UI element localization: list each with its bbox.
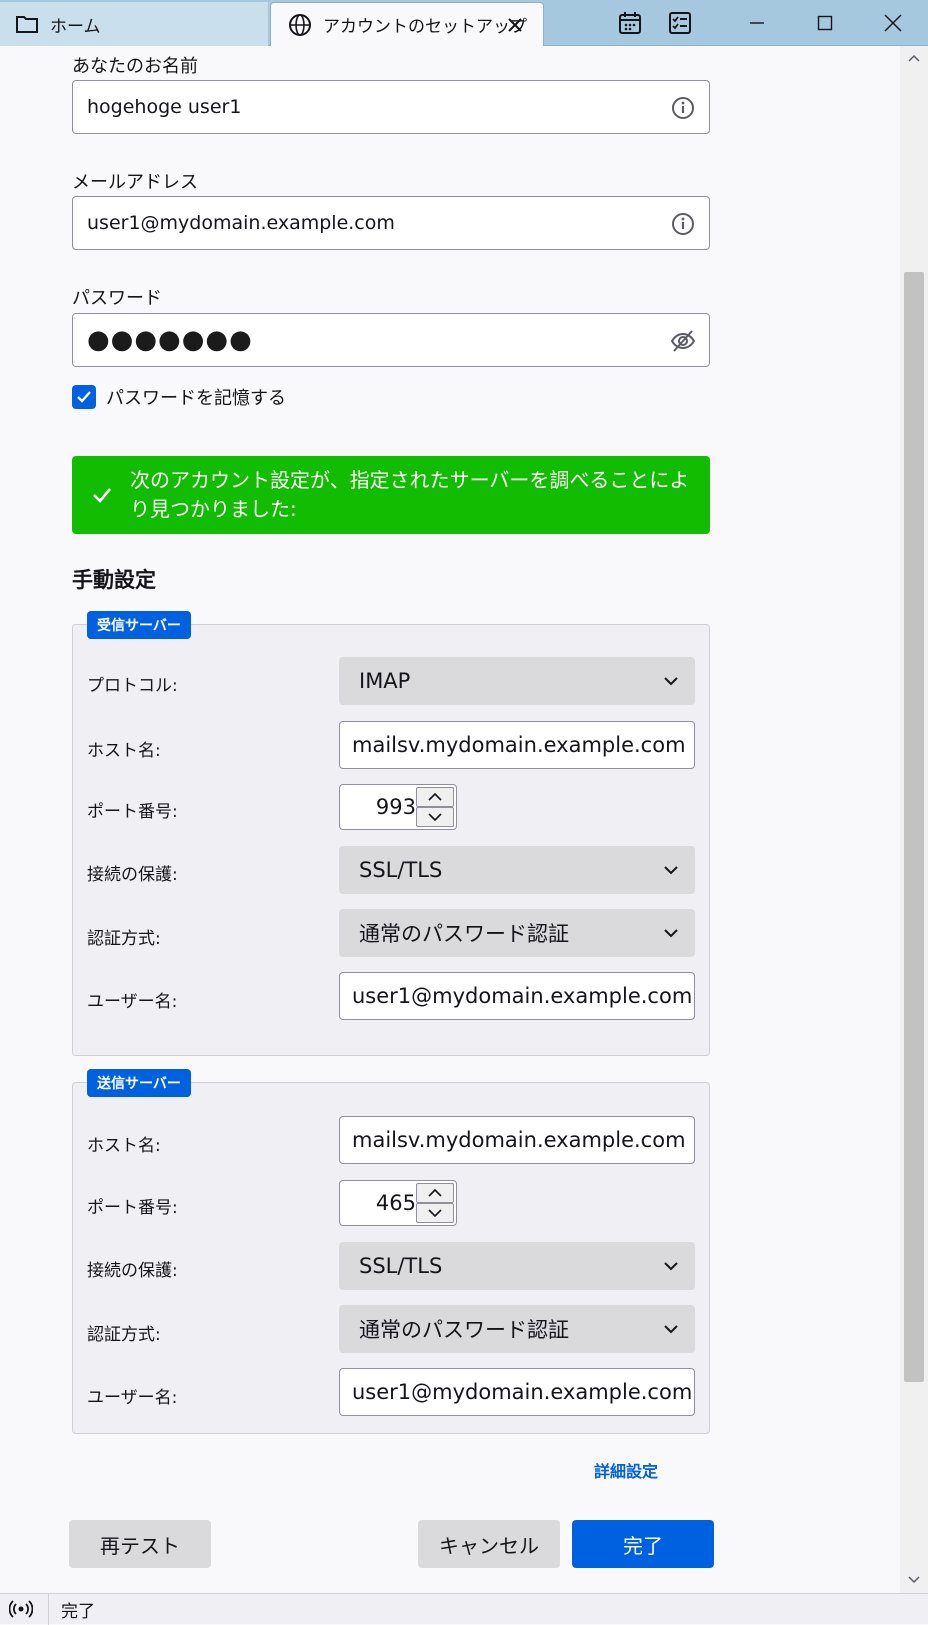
name-label: あなたのお名前 xyxy=(72,56,198,77)
chevron-up-icon[interactable] xyxy=(416,1183,454,1203)
email-field[interactable]: user1@mydomain.example.com xyxy=(72,196,710,250)
window-close-button[interactable] xyxy=(860,0,926,46)
outgoing-port-value: 465 xyxy=(375,1191,416,1215)
status-text: 完了 xyxy=(61,1601,95,1622)
incoming-port-stepper[interactable]: 993 xyxy=(339,784,457,830)
tab-setup-label: アカウントのセットアップ xyxy=(323,17,527,37)
chevron-up-icon[interactable] xyxy=(416,787,454,807)
incoming-security-value: SSL/TLS xyxy=(359,858,443,882)
vertical-scrollbar[interactable] xyxy=(900,46,928,1593)
chevron-down-icon[interactable] xyxy=(416,807,454,827)
done-button[interactable]: 完了 xyxy=(572,1520,714,1568)
outgoing-auth-value: 通常のパスワード認証 xyxy=(359,1318,569,1342)
outgoing-auth-select[interactable]: 通常のパスワード認証 xyxy=(339,1305,695,1353)
retest-button[interactable]: 再テスト xyxy=(69,1520,211,1568)
outgoing-user-value: user1@mydomain.example.com xyxy=(352,1380,693,1404)
account-setup-content: あなたのお名前 hogehoge user1 メールアドレス user1@myd… xyxy=(0,46,900,1593)
name-value: hogehoge user1 xyxy=(87,96,242,118)
outgoing-port-label: ポート番号: xyxy=(87,1198,178,1218)
incoming-server-legend: 受信サーバー xyxy=(87,611,191,639)
email-value: user1@mydomain.example.com xyxy=(87,212,395,234)
incoming-protocol-value: IMAP xyxy=(359,669,411,693)
outgoing-auth-label: 認証方式: xyxy=(87,1325,161,1345)
outgoing-security-label: 接続の保護: xyxy=(87,1261,178,1281)
cancel-button[interactable]: キャンセル xyxy=(418,1520,560,1568)
incoming-host-label: ホスト名: xyxy=(87,741,161,761)
incoming-host-value: mailsv.mydomain.example.com xyxy=(352,733,686,757)
incoming-server-fieldset: 受信サーバー プロトコル: IMAP ホスト名: mailsv.mydomain… xyxy=(72,611,710,1056)
outgoing-port-stepper[interactable]: 465 xyxy=(339,1180,457,1226)
outgoing-host-input[interactable]: mailsv.mydomain.example.com xyxy=(339,1116,695,1164)
outgoing-host-value: mailsv.mydomain.example.com xyxy=(352,1128,686,1152)
notice-text: 次のアカウント設定が、指定されたサーバーを調べることにより見つかりました: xyxy=(130,468,690,521)
chevron-down-icon xyxy=(661,1319,681,1339)
password-value: ●●●●●●● xyxy=(87,325,253,355)
remember-password-label: パスワードを記憶する xyxy=(106,388,286,409)
outgoing-user-label: ユーザー名: xyxy=(87,1388,178,1408)
chevron-down-icon xyxy=(661,671,681,691)
chevron-down-icon[interactable] xyxy=(900,1570,928,1590)
incoming-auth-value: 通常のパスワード認証 xyxy=(359,922,569,946)
incoming-host-input[interactable]: mailsv.mydomain.example.com xyxy=(339,721,695,769)
tab-account-setup[interactable]: アカウントのセットアップ xyxy=(270,2,544,46)
info-icon[interactable] xyxy=(669,210,697,238)
chevron-down-icon[interactable] xyxy=(416,1203,454,1223)
checkmark-icon xyxy=(90,483,114,507)
incoming-auth-label: 認証方式: xyxy=(87,929,161,949)
outgoing-security-value: SSL/TLS xyxy=(359,1254,443,1278)
incoming-security-label: 接続の保護: xyxy=(87,865,178,885)
minimize-button[interactable] xyxy=(724,0,790,46)
incoming-auth-select[interactable]: 通常のパスワード認証 xyxy=(339,909,695,957)
incoming-security-select[interactable]: SSL/TLS xyxy=(339,846,695,894)
status-bar: 完了 xyxy=(0,1593,928,1625)
scrollbar-thumb[interactable] xyxy=(904,272,924,1382)
incoming-user-label: ユーザー名: xyxy=(87,992,178,1012)
chevron-up-icon[interactable] xyxy=(900,48,928,68)
incoming-protocol-label: プロトコル: xyxy=(87,676,178,696)
tasks-icon[interactable] xyxy=(664,8,696,38)
status-divider xyxy=(48,1593,49,1625)
incoming-user-input[interactable]: user1@mydomain.example.com xyxy=(339,972,695,1020)
chevron-down-icon xyxy=(661,1256,681,1276)
manual-config-title: 手動設定 xyxy=(72,568,156,592)
incoming-protocol-select[interactable]: IMAP xyxy=(339,657,695,705)
outgoing-server-fieldset: 送信サーバー ホスト名: mailsv.mydomain.example.com… xyxy=(72,1069,710,1434)
chevron-down-icon xyxy=(661,860,681,880)
close-icon[interactable] xyxy=(503,13,527,37)
email-label: メールアドレス xyxy=(72,172,198,193)
incoming-port-value: 993 xyxy=(375,795,416,819)
name-field[interactable]: hogehoge user1 xyxy=(72,80,710,134)
remember-password-checkbox[interactable] xyxy=(72,385,96,409)
password-label: パスワード xyxy=(72,288,162,309)
folder-icon xyxy=(14,11,40,37)
chevron-down-icon xyxy=(661,923,681,943)
outgoing-server-legend: 送信サーバー xyxy=(87,1069,191,1097)
incoming-port-label: ポート番号: xyxy=(87,802,178,822)
online-status-icon[interactable] xyxy=(8,1596,34,1622)
advanced-config-link[interactable]: 詳細設定 xyxy=(594,1458,658,1482)
outgoing-user-input[interactable]: user1@mydomain.example.com xyxy=(339,1368,695,1416)
password-field[interactable]: ●●●●●●● xyxy=(72,313,710,367)
maximize-button[interactable] xyxy=(792,0,858,46)
calendar-icon[interactable] xyxy=(614,8,646,38)
outgoing-security-select[interactable]: SSL/TLS xyxy=(339,1242,695,1290)
tab-home[interactable]: ホーム xyxy=(0,2,268,46)
remember-password-row[interactable]: パスワードを記憶する xyxy=(72,384,286,410)
incoming-user-value: user1@mydomain.example.com xyxy=(352,984,693,1008)
config-found-notice: 次のアカウント設定が、指定されたサーバーを調べることにより見つかりました: xyxy=(72,456,710,534)
title-bar: ホーム アカウントのセットアップ xyxy=(0,0,928,46)
globe-icon xyxy=(287,12,313,38)
outgoing-host-label: ホスト名: xyxy=(87,1136,161,1156)
tab-home-label: ホーム xyxy=(50,16,101,37)
info-icon[interactable] xyxy=(669,94,697,122)
eye-slash-icon[interactable] xyxy=(669,327,697,355)
